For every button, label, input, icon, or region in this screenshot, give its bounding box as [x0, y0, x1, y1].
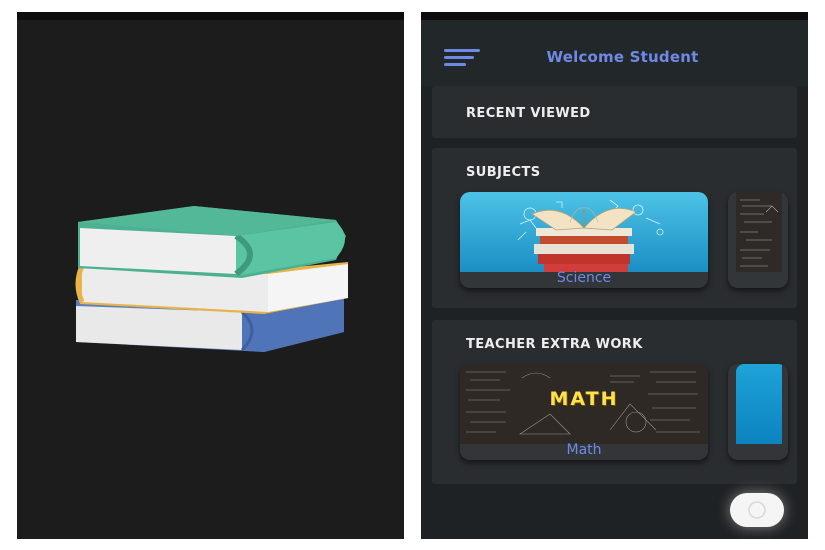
app-home-screen: Welcome Student RECENT VIEWED SUBJECTS S… [421, 12, 808, 539]
floating-action-icon [748, 501, 766, 519]
subjects-section: SUBJECTS Science [432, 148, 797, 308]
books-stack-icon [75, 206, 348, 352]
status-bar [421, 12, 808, 20]
teacher-work-tile-2[interactable] [728, 364, 788, 460]
status-bar [17, 12, 404, 20]
tile-label-science: Science [556, 270, 612, 286]
floating-action-button[interactable] [730, 493, 784, 527]
splash-screen [17, 12, 404, 539]
chalkboard-image [736, 192, 782, 272]
tile-label-math: Math [566, 442, 602, 458]
section-title-subjects: SUBJECTS [466, 165, 541, 180]
section-title-teacher-work: TEACHER EXTRA WORK [466, 337, 643, 352]
app-header: Welcome Student [421, 20, 808, 86]
subject-tile-2[interactable] [728, 192, 788, 288]
teacher-work-tile-math[interactable]: MATH Math [460, 364, 708, 460]
science-books-image [460, 192, 708, 272]
math-board-text: MATH [549, 388, 619, 410]
recent-viewed-section: RECENT VIEWED [432, 86, 797, 138]
teacher-extra-work-section: TEACHER EXTRA WORK MATH Math [432, 320, 797, 484]
section-title-recent: RECENT VIEWED [466, 106, 591, 121]
blue-cover-image [736, 364, 782, 444]
page-title: Welcome Student [546, 48, 699, 66]
subject-tile-science[interactable]: Science [460, 192, 708, 288]
